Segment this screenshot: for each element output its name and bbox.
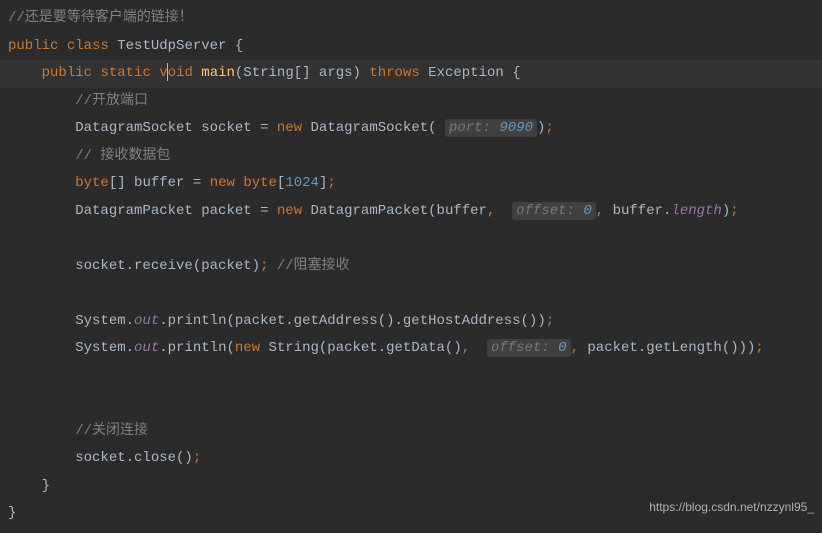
code-line (8, 363, 814, 391)
inline-hint: port: 9090 (445, 119, 537, 137)
code-line: //还是要等待客户端的链接！ (8, 5, 814, 33)
code-line-active: public static void main(String[] args) t… (0, 60, 822, 88)
code-line: System.out.println(packet.getAddress().g… (8, 308, 814, 336)
code-line: // 接收数据包 (8, 143, 814, 171)
code-line (8, 390, 814, 418)
watermark-text: https://blog.csdn.net/nzzynl95_ (649, 494, 814, 522)
code-line: //开放端口 (8, 88, 814, 116)
code-line (8, 225, 814, 253)
inline-hint: offset: 0 (487, 339, 571, 357)
comment-text: //还是要等待客户端的链接！ (8, 10, 193, 26)
code-line: DatagramPacket packet = new DatagramPack… (8, 198, 814, 226)
code-line: socket.receive(packet); //阻塞接收 (8, 253, 814, 281)
code-line (8, 280, 814, 308)
inline-hint: offset: 0 (512, 202, 596, 220)
code-line: public class TestUdpServer { (8, 33, 814, 61)
code-line: DatagramSocket socket = new DatagramSock… (8, 115, 814, 143)
code-line: socket.close(); (8, 445, 814, 473)
code-editor[interactable]: //还是要等待客户端的链接！ public class TestUdpServe… (0, 0, 822, 533)
code-line: System.out.println(new String(packet.get… (8, 335, 814, 363)
code-line: //关闭连接 (8, 418, 814, 446)
code-line: byte[] buffer = new byte[1024]; (8, 170, 814, 198)
